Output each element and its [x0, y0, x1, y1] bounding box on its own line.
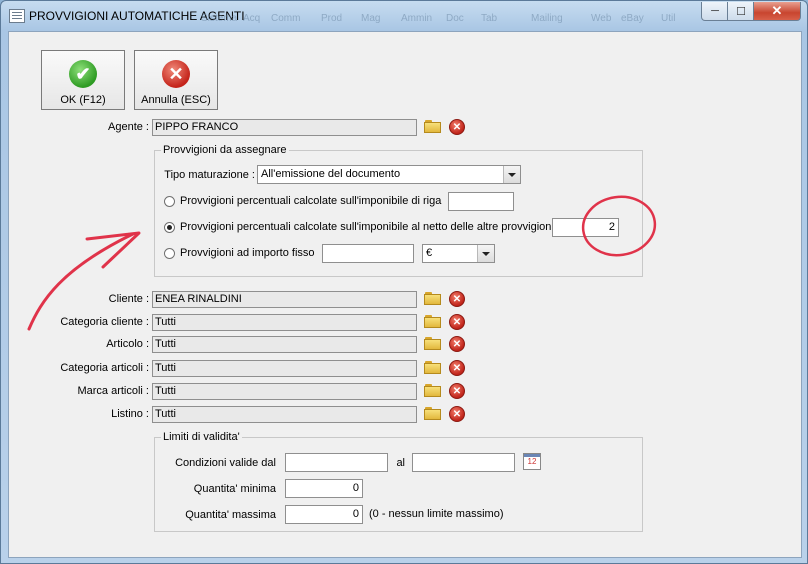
- currency-value: €: [426, 247, 433, 259]
- maximize-button[interactable]: ☐: [727, 2, 755, 21]
- option-riga-label: Provvigioni percentuali calcolate sull'i…: [180, 195, 442, 207]
- title-bar[interactable]: PROVVIGIONI AUTOMATICHE AGENTI Sistema A…: [1, 1, 807, 31]
- background-menu-item: Doc: [446, 13, 464, 24]
- background-menu-item: Sistema: [201, 13, 238, 24]
- option-fisso-label: Provvigioni ad importo fisso: [180, 247, 315, 259]
- folder-icon[interactable]: [424, 406, 442, 421]
- tipo-maturazione-label: Tipo maturazione :: [164, 169, 255, 181]
- folder-icon[interactable]: [424, 314, 442, 329]
- quantita-minima-input[interactable]: 0: [285, 479, 363, 498]
- quantita-minima-label: Quantita' minima: [193, 483, 276, 495]
- background-menu-item: Web: [591, 13, 612, 24]
- categoria-cliente-field[interactable]: Tutti: [152, 314, 417, 331]
- cliente-label: Cliente :: [108, 293, 149, 305]
- radio-option-riga[interactable]: [164, 196, 175, 207]
- folder-icon[interactable]: [424, 360, 442, 375]
- cancel-button[interactable]: ✕ Annulla (ESC): [134, 50, 218, 110]
- date-to-input[interactable]: [412, 453, 515, 472]
- background-menu-item: Acq: [243, 13, 261, 24]
- limiti-legend: Limiti di validita': [161, 431, 242, 443]
- ok-button[interactable]: ✔ OK (F12): [41, 50, 125, 110]
- radio-option-netto[interactable]: [164, 222, 175, 233]
- agente-label: Agente :: [108, 121, 149, 133]
- chevron-down-icon: [477, 245, 494, 262]
- categoria-articoli-label: Categoria articoli :: [60, 362, 149, 374]
- clear-icon[interactable]: ✕: [449, 360, 465, 376]
- radio-option-fisso[interactable]: [164, 248, 175, 259]
- background-menu-item: Ammin: [401, 13, 433, 24]
- dialog-body: ✔ OK (F12) ✕ Annulla (ESC) Agente : PIPP…: [8, 31, 802, 558]
- percent-netto-input[interactable]: 2: [552, 218, 619, 237]
- currency-select[interactable]: €: [422, 244, 495, 263]
- clear-icon[interactable]: ✕: [449, 291, 465, 307]
- quantita-massima-input[interactable]: 0: [285, 505, 363, 524]
- al-label: al: [396, 457, 405, 469]
- folder-icon[interactable]: [424, 336, 442, 351]
- close-window-button[interactable]: ✕: [753, 2, 801, 21]
- date-from-input[interactable]: [285, 453, 388, 472]
- clear-icon[interactable]: ✕: [449, 314, 465, 330]
- agente-field[interactable]: PIPPO FRANCO: [152, 119, 417, 136]
- quantita-massima-label: Quantita' massima: [185, 509, 276, 521]
- cliente-field[interactable]: ENEA RINALDINI: [152, 291, 417, 308]
- folder-icon[interactable]: [424, 119, 442, 134]
- calendar-icon[interactable]: 12: [523, 453, 541, 470]
- clear-icon[interactable]: ✕: [449, 119, 465, 135]
- categoria-articoli-field[interactable]: Tutti: [152, 360, 417, 377]
- articolo-field[interactable]: Tutti: [152, 336, 417, 353]
- chevron-down-icon: [503, 166, 520, 183]
- minimize-button[interactable]: ─: [701, 2, 729, 21]
- marca-articoli-label: Marca articoli :: [77, 385, 149, 397]
- condizioni-label: Condizioni valide dal: [175, 457, 276, 469]
- clear-icon[interactable]: ✕: [449, 336, 465, 352]
- background-menu-item: Mailing: [531, 13, 563, 24]
- listino-field[interactable]: Tutti: [152, 406, 417, 423]
- application-window: PROVVIGIONI AUTOMATICHE AGENTI Sistema A…: [0, 0, 808, 564]
- clear-icon[interactable]: ✕: [449, 383, 465, 399]
- background-menu-item: Tab: [481, 13, 498, 24]
- background-menu-item: Util: [661, 13, 676, 24]
- articolo-label: Articolo :: [106, 338, 149, 350]
- quantita-massima-note: (0 - nessun limite massimo): [369, 508, 504, 520]
- background-menu-item: eBay: [621, 13, 644, 24]
- cancel-button-label: Annulla (ESC): [141, 94, 211, 106]
- cross-icon: ✕: [162, 60, 190, 88]
- percent-riga-input[interactable]: [448, 192, 514, 211]
- importo-fisso-input[interactable]: [322, 244, 414, 263]
- window-app-icon: [9, 9, 25, 23]
- checkmark-icon: ✔: [69, 60, 97, 88]
- folder-icon[interactable]: [424, 383, 442, 398]
- tipo-maturazione-value: All'emissione del documento: [261, 168, 401, 180]
- tipo-maturazione-select[interactable]: All'emissione del documento: [257, 165, 521, 184]
- provvigioni-legend: Provvigioni da assegnare: [161, 144, 289, 156]
- background-menu-item: Mag: [361, 13, 381, 24]
- folder-icon[interactable]: [424, 291, 442, 306]
- marca-articoli-field[interactable]: Tutti: [152, 383, 417, 400]
- categoria-cliente-label: Categoria cliente :: [60, 316, 149, 328]
- background-menu-item: Prod: [321, 13, 343, 24]
- listino-label: Listino :: [111, 408, 149, 420]
- clear-icon[interactable]: ✕: [449, 406, 465, 422]
- background-menu-item: Comm: [271, 13, 301, 24]
- ok-button-label: OK (F12): [60, 94, 106, 106]
- option-netto-label: Provvigioni percentuali calcolate sull'i…: [180, 221, 554, 233]
